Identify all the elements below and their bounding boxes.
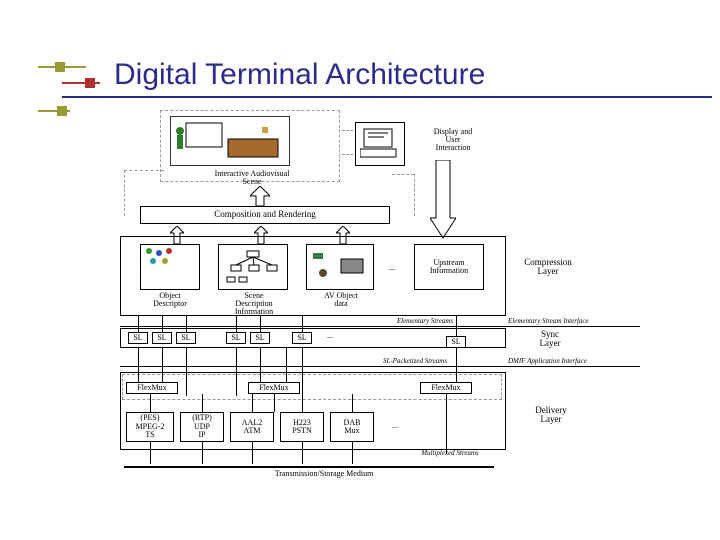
vc-6	[302, 316, 303, 332]
uarrow-3	[336, 226, 350, 244]
flexmux-dashed	[122, 374, 502, 400]
uarrow-1	[170, 226, 184, 244]
sync-layer-label: SyncLayer	[520, 330, 580, 348]
delivery-layer-label: DeliveryLayer	[518, 406, 584, 424]
sl-divider	[120, 366, 640, 367]
scene-description-box	[218, 244, 288, 290]
es-divider	[120, 326, 640, 327]
tc-4	[302, 394, 303, 412]
tc-2	[202, 394, 203, 412]
transport-dots: ...	[384, 422, 406, 430]
av-icons	[311, 249, 369, 285]
ma-4	[302, 442, 303, 464]
dash-arrow-2	[342, 154, 353, 155]
vc-2	[162, 316, 163, 332]
dash-right-vert	[414, 174, 415, 216]
tc-5	[352, 394, 353, 412]
sl-box-6: SL	[292, 332, 312, 344]
dash-left-top	[124, 170, 164, 171]
architecture-diagram: Interactive AudiovisualScene Display and…	[120, 110, 640, 505]
sl-box-2: SL	[152, 332, 172, 344]
av-object-box	[306, 244, 374, 290]
sl-box-3: SL	[176, 332, 196, 344]
fc-5b	[286, 348, 287, 382]
fc-6	[302, 348, 303, 396]
elementary-streams-label: Elementary Streams	[370, 318, 480, 325]
dab-box: DABMux	[330, 412, 374, 442]
scene-label: Interactive AudiovisualScene	[202, 170, 302, 186]
dash-right-top	[392, 174, 414, 175]
deco-line-olive-1	[38, 66, 86, 68]
slide-title: Digital Terminal Architecture	[114, 58, 485, 92]
monitor-icon	[360, 127, 400, 161]
vc-7	[456, 316, 457, 336]
rtp-box: (RTP)UDPIP	[180, 412, 224, 442]
fc-4	[236, 348, 237, 396]
up-arrow-comp	[250, 186, 270, 206]
dash-left-vert	[124, 170, 125, 216]
mid-dots: ...	[380, 264, 404, 272]
deco-line-red	[62, 82, 100, 84]
sl-packetized-label: SL-Packetized Streams	[350, 358, 480, 365]
composition-rendering-box: Composition and Rendering	[140, 206, 390, 224]
tc-3	[252, 394, 253, 412]
compression-layer-label: CompressionLayer	[512, 258, 584, 276]
tc-3b	[274, 394, 275, 412]
ma-2	[202, 442, 203, 464]
dmif-label: DMIF Application Interface	[508, 358, 638, 365]
fc-2	[162, 348, 163, 382]
es-interface-label: Elementary Stream Interface	[508, 318, 628, 325]
pes-box: (PES)MPEG-2TS	[126, 412, 174, 442]
classroom-icon	[172, 117, 288, 165]
aal2-box: AAL2ATM	[230, 412, 274, 442]
ma-5	[352, 442, 353, 464]
medium-bar	[124, 466, 494, 468]
multiplexed-streams-label: Multiplexed Streams	[396, 450, 504, 457]
object-descriptor-box	[140, 244, 200, 290]
tc-1	[150, 394, 151, 412]
object-descriptor-label: ObjectDescriptor	[140, 292, 200, 308]
av-object-label: AV Objectdata	[310, 292, 372, 308]
monitor-box	[355, 122, 405, 166]
deco-line-olive-2	[38, 110, 70, 112]
fc-7	[456, 348, 457, 382]
uarrow-2	[254, 226, 268, 244]
vc-5	[260, 316, 261, 332]
tc-6	[446, 394, 447, 454]
sl-box-4: SL	[226, 332, 246, 344]
sl-box-5: SL	[250, 332, 270, 344]
ma-1	[150, 442, 151, 464]
display-user-label: Display andUserInteraction	[417, 128, 489, 152]
sl-box-1: SL	[128, 332, 148, 344]
h223-box: H223PSTN	[280, 412, 324, 442]
sl-box-7: SL	[446, 336, 466, 348]
fc-1	[138, 348, 139, 382]
vc-1	[138, 316, 139, 332]
big-down-arrow	[430, 160, 456, 240]
fc-3	[186, 348, 187, 396]
tree-icon	[223, 249, 283, 285]
ma-3	[252, 442, 253, 464]
dash-arrow-1	[342, 130, 353, 131]
deco-line-blue	[62, 96, 712, 98]
upstream-box: UpstreamInformation	[414, 244, 484, 290]
fc-5	[260, 348, 261, 382]
scene-illustration	[170, 116, 290, 166]
scene-description-label: SceneDescriptionInformation	[214, 292, 294, 316]
vc-4	[236, 316, 237, 332]
medium-label: Transmission/Storage Medium	[224, 470, 424, 478]
vc-3	[186, 316, 187, 332]
sl-dots: ...	[320, 332, 340, 340]
